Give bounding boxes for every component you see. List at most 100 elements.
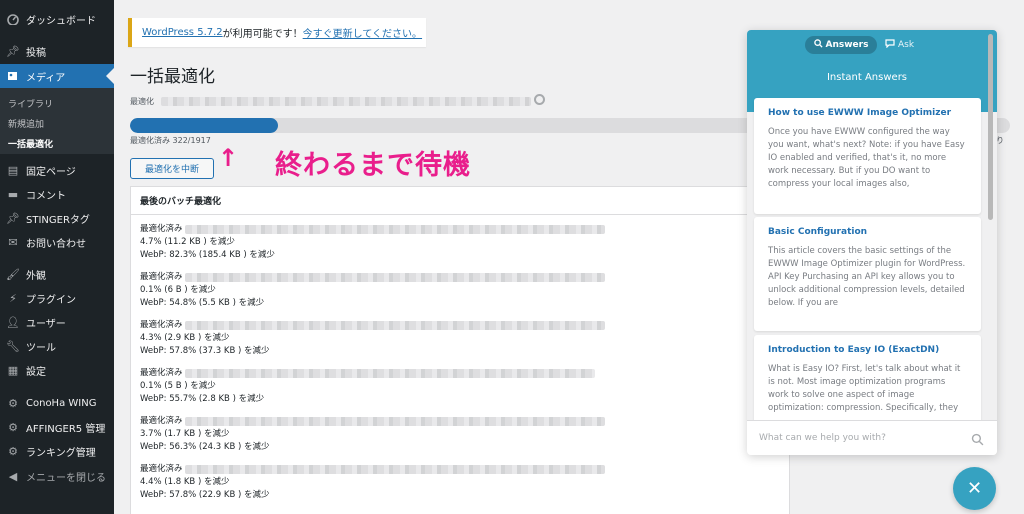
menu-label: メディア (26, 72, 66, 84)
tab-answers-label: Answers (825, 40, 869, 50)
entry-title-line: 最適化済み (140, 415, 760, 428)
help-search-input[interactable] (759, 433, 971, 443)
article-title[interactable]: Introduction to Easy IO (ExactDN) (768, 345, 967, 355)
batch-entry: 最適化済み 4.4% (1.8 KB ) を減少 WebP: 57.8% (22.9… (140, 463, 760, 502)
menu-comments[interactable]: ▬ コメント (0, 182, 114, 206)
mail-icon: ✉ (8, 235, 18, 249)
menu-users[interactable]: 👤︎ ユーザー (0, 310, 114, 334)
menu-label: 外観 (26, 270, 46, 282)
menu-conoha-wing[interactable]: ⚙ ConoHa WING (0, 391, 114, 415)
blurred-filename (184, 417, 605, 426)
menu-label: ツール (26, 342, 56, 354)
progress-tail-text: り (996, 136, 1004, 145)
menu-media[interactable]: メディア (0, 64, 114, 88)
blurred-filename (184, 369, 595, 378)
comment-icon: ▬ (7, 187, 19, 201)
blurred-filename (160, 97, 531, 106)
menu-label: ConoHa WING (26, 397, 97, 409)
optimizing-label: 最適化 (130, 96, 531, 107)
entry-savings: 0.1% (5 B ) を減少 (140, 381, 216, 391)
menu-appearance[interactable]: 🖌︎ 外観 (0, 262, 114, 286)
progress-fill (130, 118, 278, 133)
entry-webp-savings: WebP: 55.7% (2.8 KB ) を減少 (140, 394, 265, 404)
plugin-icon: ⚡ (9, 291, 17, 305)
annotation-arrow: ↑ (218, 144, 239, 172)
menu-plugins[interactable]: ⚡ プラグイン (0, 286, 114, 310)
notice-text: が利用可能です！ (222, 29, 303, 40)
article-excerpt: Once you have EWWW configured the way yo… (768, 127, 965, 189)
entry-webp-savings: WebP: 57.8% (37.3 KB ) を減少 (140, 346, 270, 356)
page-title: 一括最適化 (130, 67, 215, 87)
menu-contact[interactable]: ✉ お問い合わせ (0, 230, 114, 254)
submenu-add-new[interactable]: 新規追加 (8, 117, 44, 130)
entry-title-line: 最適化済み (140, 223, 760, 236)
help-article[interactable]: Basic Configuration This article covers … (754, 217, 981, 331)
submenu-library[interactable]: ライブラリ (8, 97, 53, 110)
menu-label: メニューを閉じる (26, 472, 106, 484)
batch-entry: 最適化済み 3.7% (1.7 KB ) を減少 WebP: 56.3% (24.3… (140, 415, 760, 454)
menu-dashboard[interactable]: ダッシュボード (0, 7, 114, 31)
dashboard-icon (6, 12, 20, 26)
menu-stinger-tag[interactable]: 📌︎ STINGERタグ (0, 206, 114, 230)
optimizing-label-text: 最適化 (130, 97, 154, 106)
menu-label: お問い合わせ (26, 238, 86, 250)
scrollbar[interactable] (988, 34, 993, 220)
menu-label: 設定 (26, 366, 46, 378)
menu-posts[interactable]: 📌︎ 投稿 (0, 39, 114, 63)
menu-label: コメント (26, 190, 66, 202)
update-notice: WordPress 5.7.2 が利用可能です！ 今すぐ更新してください。 (128, 18, 426, 47)
close-help-button[interactable]: ✕ (953, 467, 996, 510)
menu-tools[interactable]: 🔧︎ ツール (0, 334, 114, 358)
user-icon: 👤︎ (6, 315, 20, 329)
entry-webp-savings: WebP: 82.3% (185.4 KB ) を減少 (140, 250, 275, 260)
blurred-filename (184, 465, 605, 474)
progress-text: 最適化済み 322/1917 (130, 136, 211, 145)
tab-ask[interactable]: Ask (885, 39, 914, 51)
entry-savings: 4.4% (1.8 KB ) を減少 (140, 477, 230, 487)
chat-icon (885, 39, 895, 51)
menu-pages[interactable]: ▤ 固定ページ (0, 158, 114, 182)
menu-collapse[interactable]: ◀ メニューを閉じる (0, 464, 114, 488)
menu-affinger5[interactable]: ⚙ AFFINGER5 管理 (0, 415, 114, 439)
search-icon[interactable] (971, 431, 985, 446)
menu-ranking[interactable]: ⚙ ランキング管理 (0, 439, 114, 463)
help-widget: Answers Ask Instant Answers How to use E… (747, 30, 997, 455)
search-icon (813, 39, 823, 51)
entry-savings: 4.7% (11.2 KB ) を減少 (140, 237, 235, 247)
last-batch-panel: 最後のバッチ最適化 最適化済み 4.7% (11.2 KB ) を減少 WebP: … (130, 186, 790, 514)
help-tabs: Answers Ask (805, 36, 933, 54)
settings-icon: ▦ (7, 363, 19, 377)
media-icon (6, 69, 20, 83)
submenu-bulk-optimize[interactable]: 一括最適化 (8, 137, 53, 150)
menu-label: ダッシュボード (26, 15, 96, 27)
entry-status: 最適化済み (140, 416, 183, 426)
article-excerpt: This article covers the basic settings o… (768, 246, 966, 308)
batch-entry: 最適化済み 0.1% (5 B ) を減少 WebP: 55.7% (2.8 KB … (140, 367, 760, 406)
entry-savings: 3.7% (1.7 KB ) を減少 (140, 429, 230, 439)
entry-webp-savings: WebP: 57.8% (22.9 KB ) を減少 (140, 490, 270, 500)
update-now-link[interactable]: 今すぐ更新してください。 (303, 25, 422, 40)
article-excerpt: What is Easy IO? First, let's talk about… (768, 364, 961, 413)
menu-label: プラグイン (26, 294, 76, 306)
help-article[interactable]: How to use EWWW Image Optimizer Once you… (754, 98, 981, 214)
gear-icon: ⚙ (8, 420, 18, 434)
tab-answers[interactable]: Answers (805, 36, 877, 54)
entry-title-line: 最適化済み (140, 463, 760, 476)
entry-status: 最適化済み (140, 272, 183, 282)
entry-title-line: 最適化済み (140, 319, 760, 332)
menu-label: ユーザー (26, 318, 66, 330)
entry-webp-savings: WebP: 54.8% (5.5 KB ) を減少 (140, 298, 265, 308)
article-title[interactable]: Basic Configuration (768, 227, 967, 237)
entry-title-line: 最適化済み (140, 271, 760, 284)
stop-optimization-button[interactable]: 最適化を中断 (130, 158, 214, 179)
menu-settings[interactable]: ▦ 設定 (0, 358, 114, 382)
entry-status: 最適化済み (140, 464, 183, 474)
blurred-filename (184, 225, 605, 234)
article-title[interactable]: How to use EWWW Image Optimizer (768, 108, 967, 118)
wordpress-version-link[interactable]: WordPress 5.7.2 (142, 27, 223, 38)
batch-entry: 最適化済み 4.3% (2.9 KB ) を減少 WebP: 57.8% (37.3… (140, 319, 760, 358)
tab-ask-label: Ask (898, 40, 915, 50)
menu-label: 固定ページ (26, 166, 76, 178)
help-widget-title: Instant Answers (826, 72, 908, 83)
help-article[interactable]: Introduction to Easy IO (ExactDN) What i… (754, 335, 981, 425)
